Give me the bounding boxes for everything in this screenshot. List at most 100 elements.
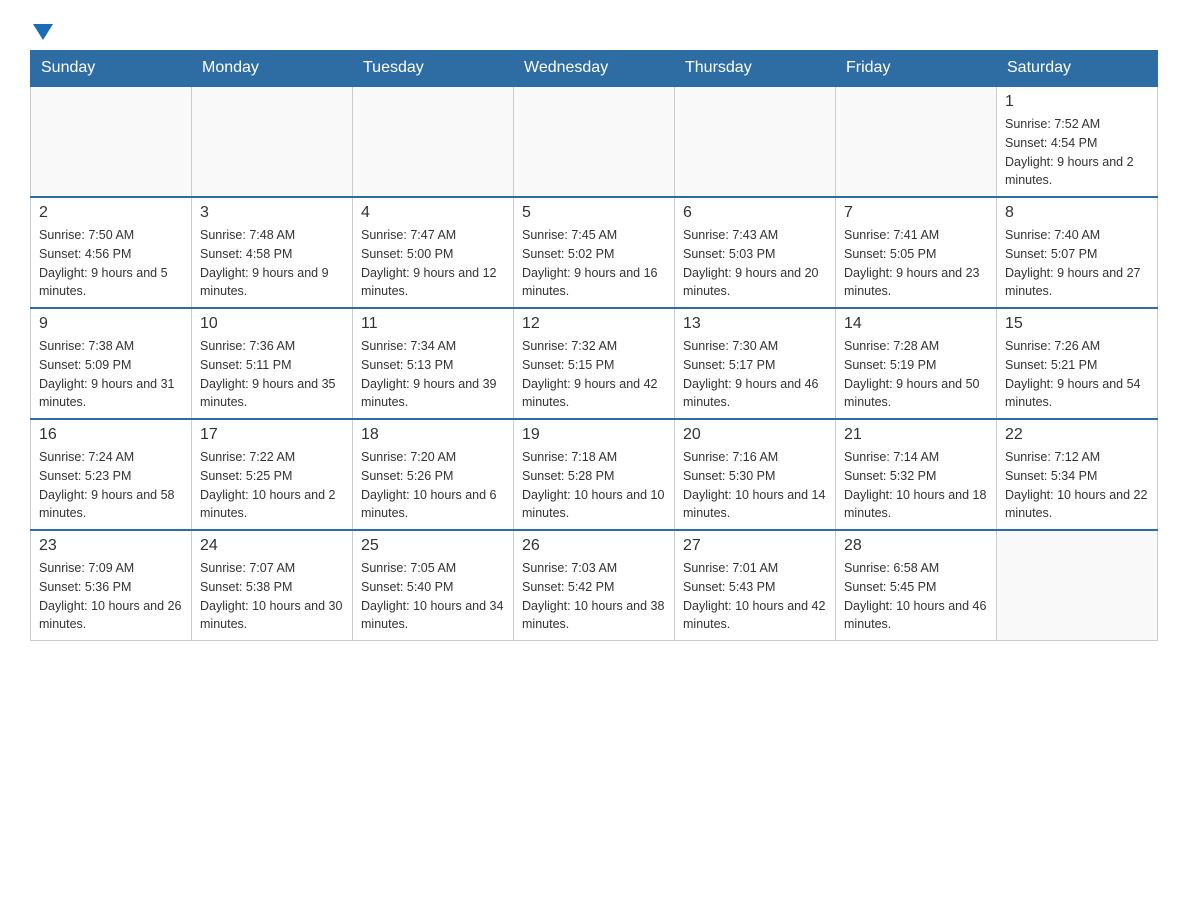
day-info: Sunrise: 7:03 AMSunset: 5:42 PMDaylight:… bbox=[522, 559, 666, 634]
day-info: Sunrise: 6:58 AMSunset: 5:45 PMDaylight:… bbox=[844, 559, 988, 634]
day-info: Sunrise: 7:20 AMSunset: 5:26 PMDaylight:… bbox=[361, 448, 505, 523]
day-info: Sunrise: 7:22 AMSunset: 5:25 PMDaylight:… bbox=[200, 448, 344, 523]
day-number: 27 bbox=[683, 537, 827, 555]
day-number: 21 bbox=[844, 426, 988, 444]
day-info: Sunrise: 7:26 AMSunset: 5:21 PMDaylight:… bbox=[1005, 337, 1149, 412]
calendar-cell: 28 Sunrise: 6:58 AMSunset: 5:45 PMDayligh… bbox=[836, 530, 997, 641]
calendar-cell: 6 Sunrise: 7:43 AMSunset: 5:03 PMDaylight… bbox=[675, 197, 836, 308]
day-info: Sunrise: 7:48 AMSunset: 4:58 PMDaylight:… bbox=[200, 226, 344, 301]
day-number: 10 bbox=[200, 315, 344, 333]
calendar-cell: 15 Sunrise: 7:26 AMSunset: 5:21 PMDayligh… bbox=[997, 308, 1158, 419]
calendar-cell: 14 Sunrise: 7:28 AMSunset: 5:19 PMDayligh… bbox=[836, 308, 997, 419]
day-number: 1 bbox=[1005, 93, 1149, 111]
calendar-cell bbox=[997, 530, 1158, 641]
day-info: Sunrise: 7:05 AMSunset: 5:40 PMDaylight:… bbox=[361, 559, 505, 634]
weekday-header-monday: Monday bbox=[192, 51, 353, 87]
day-number: 15 bbox=[1005, 315, 1149, 333]
calendar-cell: 27 Sunrise: 7:01 AMSunset: 5:43 PMDayligh… bbox=[675, 530, 836, 641]
calendar-cell: 3 Sunrise: 7:48 AMSunset: 4:58 PMDaylight… bbox=[192, 197, 353, 308]
calendar-cell: 13 Sunrise: 7:30 AMSunset: 5:17 PMDayligh… bbox=[675, 308, 836, 419]
page-header bbox=[30, 20, 1158, 40]
calendar-cell: 20 Sunrise: 7:16 AMSunset: 5:30 PMDayligh… bbox=[675, 419, 836, 530]
day-info: Sunrise: 7:01 AMSunset: 5:43 PMDaylight:… bbox=[683, 559, 827, 634]
day-info: Sunrise: 7:43 AMSunset: 5:03 PMDaylight:… bbox=[683, 226, 827, 301]
day-number: 18 bbox=[361, 426, 505, 444]
calendar-cell: 1 Sunrise: 7:52 AMSunset: 4:54 PMDaylight… bbox=[997, 86, 1158, 197]
calendar-week-row: 1 Sunrise: 7:52 AMSunset: 4:54 PMDaylight… bbox=[31, 86, 1158, 197]
calendar-cell: 2 Sunrise: 7:50 AMSunset: 4:56 PMDaylight… bbox=[31, 197, 192, 308]
calendar-cell: 23 Sunrise: 7:09 AMSunset: 5:36 PMDayligh… bbox=[31, 530, 192, 641]
calendar-cell bbox=[31, 86, 192, 197]
calendar-cell: 22 Sunrise: 7:12 AMSunset: 5:34 PMDayligh… bbox=[997, 419, 1158, 530]
calendar-cell: 19 Sunrise: 7:18 AMSunset: 5:28 PMDayligh… bbox=[514, 419, 675, 530]
day-number: 3 bbox=[200, 204, 344, 222]
day-info: Sunrise: 7:34 AMSunset: 5:13 PMDaylight:… bbox=[361, 337, 505, 412]
day-number: 13 bbox=[683, 315, 827, 333]
day-number: 23 bbox=[39, 537, 183, 555]
day-number: 22 bbox=[1005, 426, 1149, 444]
calendar-cell: 26Sunrise: 7:03 AMSunset: 5:42 PMDayligh… bbox=[514, 530, 675, 641]
weekday-header-friday: Friday bbox=[836, 51, 997, 87]
calendar-cell: 10 Sunrise: 7:36 AMSunset: 5:11 PMDayligh… bbox=[192, 308, 353, 419]
day-number: 25 bbox=[361, 537, 505, 555]
day-number: 2 bbox=[39, 204, 183, 222]
day-number: 28 bbox=[844, 537, 988, 555]
day-number: 14 bbox=[844, 315, 988, 333]
calendar-cell: 24 Sunrise: 7:07 AMSunset: 5:38 PMDayligh… bbox=[192, 530, 353, 641]
weekday-header-wednesday: Wednesday bbox=[514, 51, 675, 87]
weekday-header-thursday: Thursday bbox=[675, 51, 836, 87]
day-info: Sunrise: 7:52 AMSunset: 4:54 PMDaylight:… bbox=[1005, 115, 1149, 190]
day-number: 11 bbox=[361, 315, 505, 333]
calendar-week-row: 23 Sunrise: 7:09 AMSunset: 5:36 PMDayligh… bbox=[31, 530, 1158, 641]
day-number: 7 bbox=[844, 204, 988, 222]
day-number: 24 bbox=[200, 537, 344, 555]
day-info: Sunrise: 7:16 AMSunset: 5:30 PMDaylight:… bbox=[683, 448, 827, 523]
calendar-cell bbox=[353, 86, 514, 197]
day-info: Sunrise: 7:30 AMSunset: 5:17 PMDaylight:… bbox=[683, 337, 827, 412]
calendar-cell: 21 Sunrise: 7:14 AMSunset: 5:32 PMDayligh… bbox=[836, 419, 997, 530]
calendar-cell: 7 Sunrise: 7:41 AMSunset: 5:05 PMDaylight… bbox=[836, 197, 997, 308]
calendar-cell: 18 Sunrise: 7:20 AMSunset: 5:26 PMDayligh… bbox=[353, 419, 514, 530]
day-info: Sunrise: 7:45 AMSunset: 5:02 PMDaylight:… bbox=[522, 226, 666, 301]
calendar-cell bbox=[514, 86, 675, 197]
day-info: Sunrise: 7:38 AMSunset: 5:09 PMDaylight:… bbox=[39, 337, 183, 412]
day-number: 16 bbox=[39, 426, 183, 444]
calendar-cell: 11 Sunrise: 7:34 AMSunset: 5:13 PMDayligh… bbox=[353, 308, 514, 419]
calendar-week-row: 2 Sunrise: 7:50 AMSunset: 4:56 PMDaylight… bbox=[31, 197, 1158, 308]
day-number: 19 bbox=[522, 426, 666, 444]
day-number: 20 bbox=[683, 426, 827, 444]
day-info: Sunrise: 7:28 AMSunset: 5:19 PMDaylight:… bbox=[844, 337, 988, 412]
day-info: Sunrise: 7:50 AMSunset: 4:56 PMDaylight:… bbox=[39, 226, 183, 301]
logo-triangle-icon bbox=[33, 24, 53, 40]
calendar-table: SundayMondayTuesdayWednesdayThursdayFrid… bbox=[30, 50, 1158, 641]
calendar-cell: 5 Sunrise: 7:45 AMSunset: 5:02 PMDaylight… bbox=[514, 197, 675, 308]
day-number: 12 bbox=[522, 315, 666, 333]
day-info: Sunrise: 7:41 AMSunset: 5:05 PMDaylight:… bbox=[844, 226, 988, 301]
day-number: 5 bbox=[522, 204, 666, 222]
calendar-cell bbox=[192, 86, 353, 197]
weekday-header-saturday: Saturday bbox=[997, 51, 1158, 87]
calendar-cell bbox=[675, 86, 836, 197]
weekday-header-row: SundayMondayTuesdayWednesdayThursdayFrid… bbox=[31, 51, 1158, 87]
weekday-header-sunday: Sunday bbox=[31, 51, 192, 87]
day-info: Sunrise: 7:18 AMSunset: 5:28 PMDaylight:… bbox=[522, 448, 666, 523]
calendar-cell: 25 Sunrise: 7:05 AMSunset: 5:40 PMDayligh… bbox=[353, 530, 514, 641]
day-number: 6 bbox=[683, 204, 827, 222]
day-number: 17 bbox=[200, 426, 344, 444]
calendar-cell: 9Sunrise: 7:38 AMSunset: 5:09 PMDaylight… bbox=[31, 308, 192, 419]
day-number: 4 bbox=[361, 204, 505, 222]
day-info: Sunrise: 7:12 AMSunset: 5:34 PMDaylight:… bbox=[1005, 448, 1149, 523]
calendar-cell bbox=[836, 86, 997, 197]
day-info: Sunrise: 7:09 AMSunset: 5:36 PMDaylight:… bbox=[39, 559, 183, 634]
calendar-week-row: 9Sunrise: 7:38 AMSunset: 5:09 PMDaylight… bbox=[31, 308, 1158, 419]
day-info: Sunrise: 7:07 AMSunset: 5:38 PMDaylight:… bbox=[200, 559, 344, 634]
day-info: Sunrise: 7:32 AMSunset: 5:15 PMDaylight:… bbox=[522, 337, 666, 412]
calendar-cell: 17 Sunrise: 7:22 AMSunset: 5:25 PMDayligh… bbox=[192, 419, 353, 530]
calendar-cell: 8 Sunrise: 7:40 AMSunset: 5:07 PMDaylight… bbox=[997, 197, 1158, 308]
day-number: 8 bbox=[1005, 204, 1149, 222]
day-info: Sunrise: 7:14 AMSunset: 5:32 PMDaylight:… bbox=[844, 448, 988, 523]
logo bbox=[30, 20, 53, 40]
day-info: Sunrise: 7:36 AMSunset: 5:11 PMDaylight:… bbox=[200, 337, 344, 412]
day-info: Sunrise: 7:47 AMSunset: 5:00 PMDaylight:… bbox=[361, 226, 505, 301]
day-info: Sunrise: 7:40 AMSunset: 5:07 PMDaylight:… bbox=[1005, 226, 1149, 301]
